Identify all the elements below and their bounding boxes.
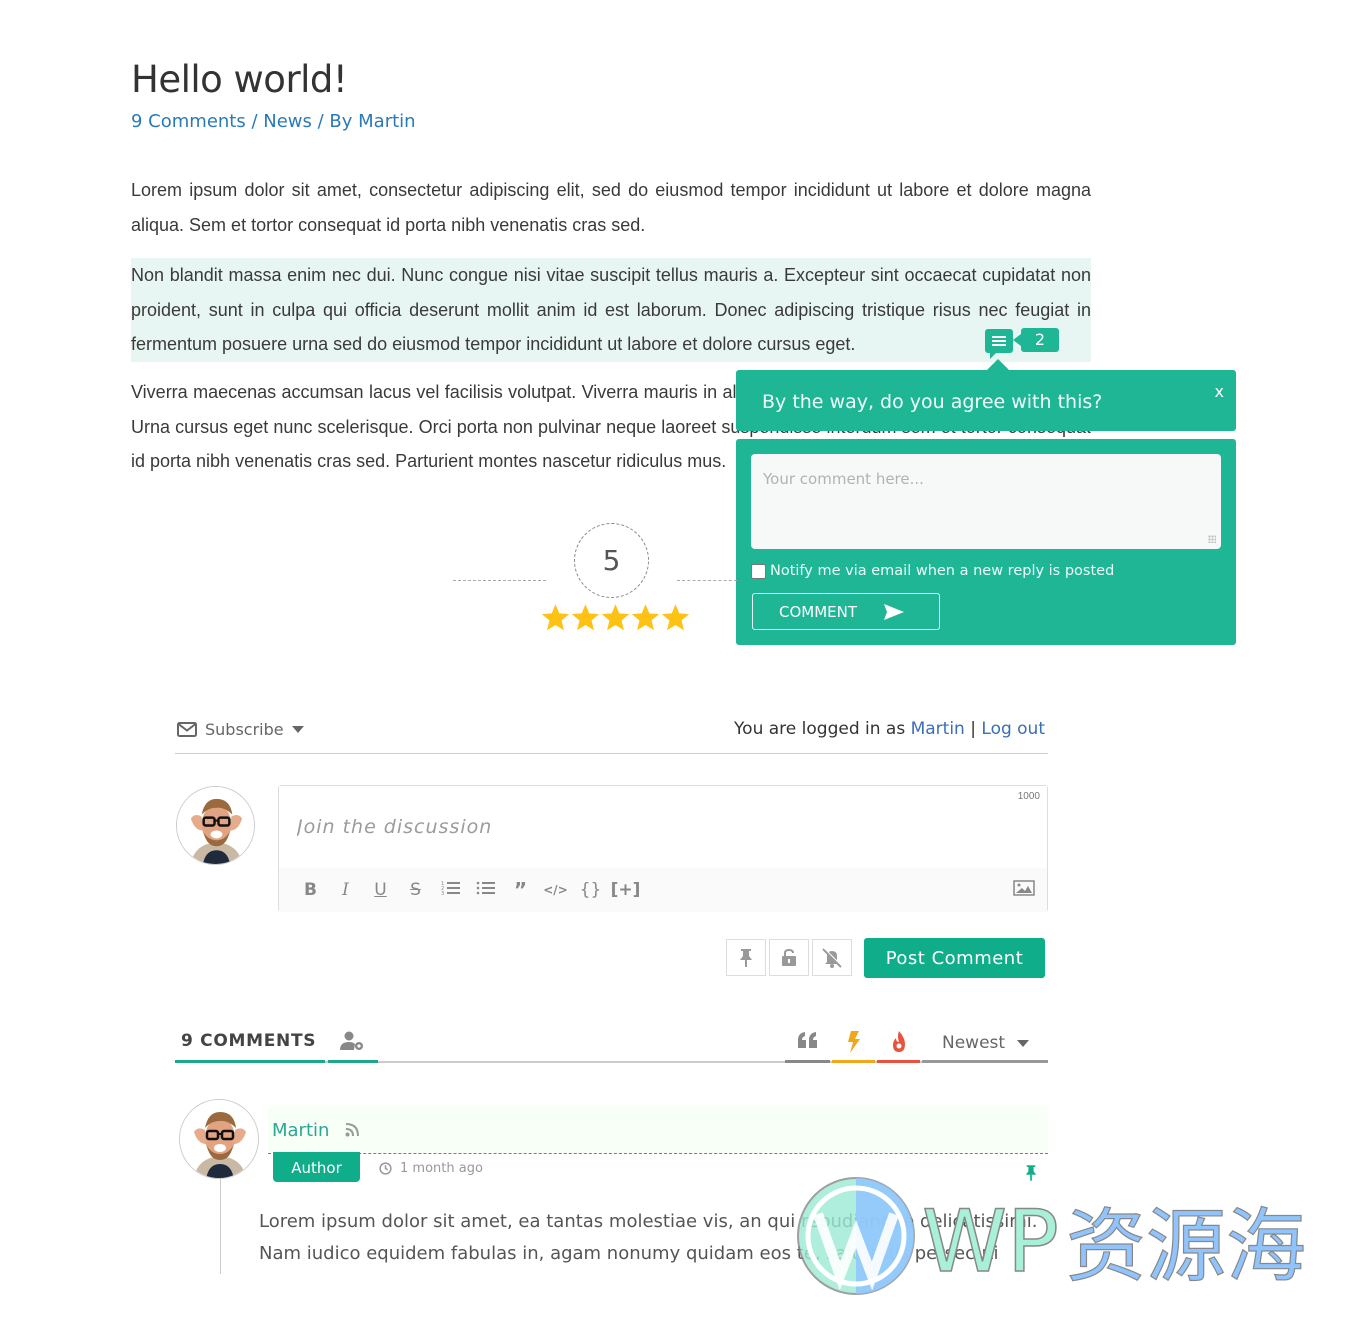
avatar-portrait — [180, 1100, 258, 1178]
envelope-icon — [177, 722, 197, 737]
highlighted-paragraph: Non blandit massa enim nec dui. Nunc con… — [131, 258, 1091, 362]
feedback-comment-input[interactable] — [751, 454, 1221, 549]
logged-in-user-link[interactable]: Martin — [911, 719, 965, 739]
ordered-list-icon: 123 — [441, 881, 460, 897]
feedback-popup-form: Notify me via email when a new reply is … — [736, 439, 1236, 645]
italic-button[interactable]: I — [328, 880, 363, 900]
user-cog-icon — [340, 1031, 363, 1050]
star-icon[interactable] — [601, 603, 630, 632]
char-limit: 1000 — [1017, 791, 1040, 802]
unlock-icon — [782, 949, 796, 966]
category-link[interactable]: News — [263, 111, 312, 132]
quote-icon — [797, 1032, 817, 1048]
clock-icon — [379, 1162, 392, 1175]
sort-label: Newest — [942, 1033, 1006, 1053]
svg-text:3: 3 — [441, 891, 444, 896]
notify-option[interactable]: Notify me via email when a new reply is … — [751, 563, 1114, 579]
notify-checkbox[interactable] — [751, 563, 766, 579]
sort-dropdown[interactable]: Newest — [922, 1029, 1048, 1063]
inline-comment-count[interactable]: 2 — [1013, 328, 1059, 352]
mute-notifications-button[interactable] — [812, 939, 852, 976]
tab-subscribers[interactable] — [328, 1029, 378, 1063]
pin-icon — [740, 948, 752, 967]
bold-button[interactable]: B — [293, 880, 328, 900]
star-icon[interactable] — [631, 603, 660, 632]
post-title: Hello world! — [131, 58, 348, 101]
unordered-list-icon — [476, 881, 495, 894]
post-paragraph: Lorem ipsum dolor sit amet, consectetur … — [131, 180, 1091, 235]
comment-avatar — [179, 1099, 259, 1179]
inline-comment-button[interactable] — [985, 329, 1013, 359]
caret-down-icon — [1017, 1040, 1030, 1047]
star-icon[interactable] — [571, 603, 600, 632]
bell-slash-icon — [822, 947, 843, 968]
notify-label: Notify me via email when a new reply is … — [770, 563, 1115, 579]
thread-line — [220, 1179, 221, 1274]
sticky-toggle-button[interactable] — [726, 939, 766, 976]
by-label: By — [329, 111, 359, 132]
comments-count-link[interactable]: 9 Comments — [131, 111, 246, 132]
strikethrough-button[interactable]: S — [398, 880, 433, 900]
meta-separator: / — [245, 111, 264, 132]
subscribe-label: Subscribe — [205, 720, 284, 739]
caret-down-icon — [291, 725, 304, 733]
subscribe-dropdown[interactable]: Subscribe — [177, 720, 304, 739]
blockquote-button[interactable]: ” — [503, 878, 538, 902]
logout-link[interactable]: Log out — [981, 719, 1045, 739]
close-button[interactable]: x — [1215, 382, 1224, 401]
watermark-cn: 资源海 — [1066, 1200, 1306, 1293]
comment-lines-icon — [992, 336, 1006, 346]
comment-editor: 1000 B I U S 123 ” </> {} [+] — [278, 785, 1048, 912]
code-block-button[interactable]: {} — [573, 880, 608, 900]
ordered-list-button[interactable]: 123 — [433, 880, 468, 901]
star-icon[interactable] — [541, 603, 570, 632]
post-meta: 9 Comments / News / By Martin — [131, 111, 416, 132]
author-link[interactable]: Martin — [358, 111, 415, 132]
submit-label: COMMENT — [779, 602, 858, 621]
code-button[interactable]: </> — [538, 883, 573, 897]
unordered-list-button[interactable] — [468, 880, 503, 901]
comment-input[interactable] — [279, 786, 1047, 868]
image-icon — [1013, 880, 1035, 896]
sort-trending[interactable] — [877, 1029, 920, 1063]
post-comment-button[interactable]: Post Comment — [864, 938, 1045, 978]
spoiler-button[interactable]: [+] — [608, 880, 643, 900]
sort-hottest[interactable] — [832, 1029, 875, 1063]
feedback-popup-header: By the way, do you agree with this? x — [736, 370, 1236, 431]
comment-body: Lorem ipsum dolor sit amet, ea tantas mo… — [259, 1211, 1038, 1264]
avatar — [176, 786, 255, 865]
feedback-submit-button[interactable]: COMMENT — [752, 593, 940, 630]
login-status: You are logged in as Martin | Log out — [734, 719, 1045, 739]
star-rating[interactable] — [541, 603, 690, 632]
comment-time: 1 month ago — [379, 1161, 483, 1176]
feedback-question: By the way, do you agree with this? — [762, 391, 1103, 413]
rating-divider-left — [453, 580, 546, 581]
fire-icon — [892, 1031, 905, 1052]
bolt-icon — [847, 1031, 860, 1053]
login-prefix: You are logged in as — [734, 719, 911, 739]
sort-most-reacted[interactable] — [785, 1029, 830, 1063]
meta-separator: / — [311, 111, 330, 132]
resize-handle[interactable] — [1208, 535, 1216, 543]
underline-button[interactable]: U — [363, 880, 398, 900]
comments-thread-header: 9 COMMENTS Newest — [175, 1025, 1048, 1063]
avatar-portrait — [177, 787, 254, 864]
send-icon — [884, 603, 905, 620]
comment-timestamp: 1 month ago — [400, 1161, 483, 1176]
pinned-icon — [1025, 1165, 1037, 1186]
rating-value: 5 — [574, 523, 649, 598]
tab-comments[interactable]: 9 COMMENTS — [175, 1031, 325, 1063]
rss-icon[interactable] — [345, 1123, 359, 1142]
comment-form-header: Subscribe You are logged in as Martin | … — [175, 718, 1048, 754]
star-icon[interactable] — [661, 603, 690, 632]
rating-divider-right — [677, 580, 737, 581]
close-thread-button[interactable] — [769, 939, 809, 976]
comment-header — [268, 1106, 1048, 1154]
author-badge: Author — [273, 1152, 360, 1182]
image-upload-button[interactable] — [1013, 880, 1035, 901]
comment-author-link[interactable]: Martin — [272, 1120, 329, 1141]
editor-toolbar: B I U S 123 ” </> {} [+] — [279, 868, 1047, 912]
login-separator: | — [964, 719, 982, 739]
